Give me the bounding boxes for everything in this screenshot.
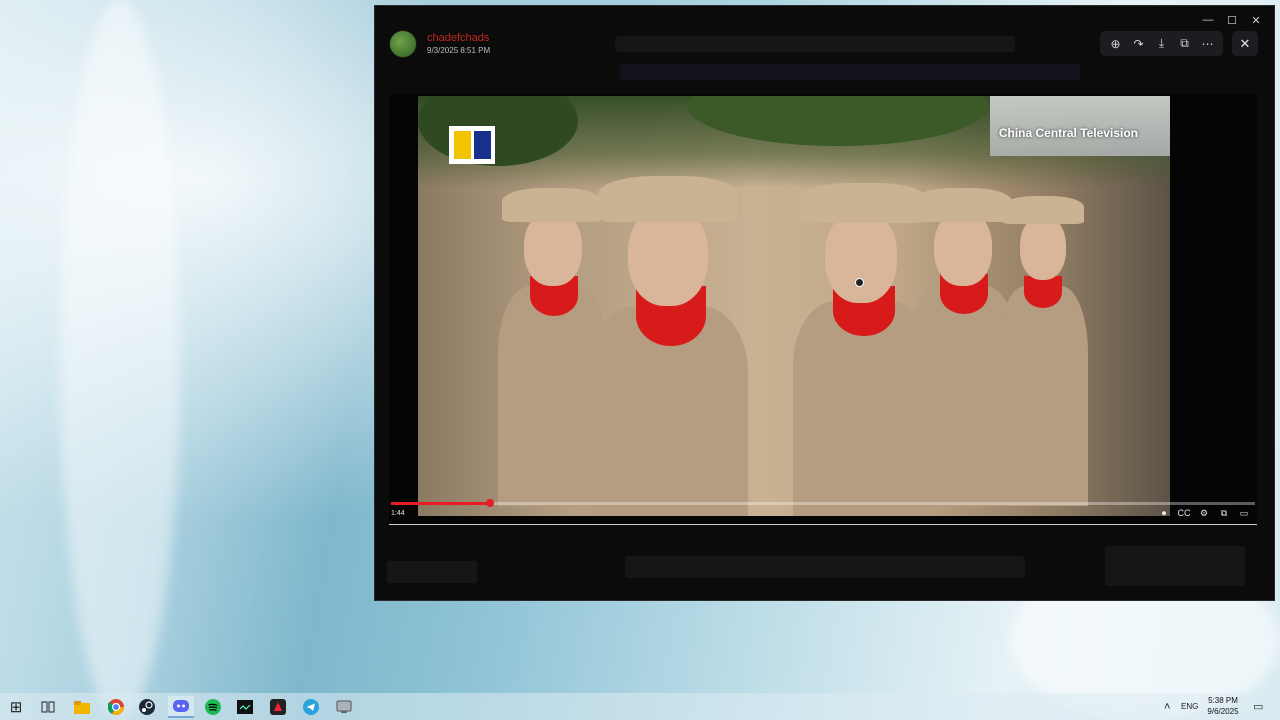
miniplayer-icon[interactable]: ⧉ — [1217, 507, 1231, 519]
system-clock[interactable]: 5:38 PM 9/6/2025 — [1198, 695, 1248, 717]
theater-mode-icon[interactable]: ▭ — [1237, 507, 1251, 519]
task-view-icon[interactable] — [37, 696, 59, 718]
clock-date: 9/6/2025 — [1207, 707, 1239, 716]
minimize-button[interactable]: — — [1196, 10, 1220, 30]
progress-fill — [391, 502, 491, 505]
discord-icon[interactable] — [168, 696, 194, 718]
media-toolbar: ⊕ ↷ ⤓ ⧉ ⋯ — [1100, 31, 1223, 56]
autoplay-toggle-icon[interactable]: ⏺ — [1157, 507, 1171, 519]
mouse-cursor — [855, 278, 864, 287]
soldier — [498, 166, 608, 506]
steam-icon[interactable] — [136, 696, 158, 718]
open-external-icon[interactable]: ⧉ — [1175, 34, 1195, 54]
video-progress-bar[interactable] — [391, 499, 1255, 507]
media-viewer-window: — ☐ ✕ chadefchads 9/3/2025 8:51 PM ⊕ ↷ ⤓… — [375, 6, 1274, 600]
window-close-button[interactable]: ✕ — [1244, 10, 1268, 30]
soldier — [588, 136, 748, 516]
video-player[interactable]: China Central Television 1:44 ⏺ CC ⚙ ⧉ ▭ — [389, 94, 1257, 525]
player-border — [389, 524, 1257, 525]
tray-chevron-icon[interactable]: ˄ — [1164, 693, 1170, 720]
spotify-icon[interactable] — [202, 696, 224, 718]
wallpaper-streak — [60, 0, 180, 720]
post-username[interactable]: chadefchads — [427, 32, 490, 45]
player-controls: ⏺ CC ⚙ ⧉ ▭ — [1157, 507, 1251, 519]
soldier — [998, 176, 1088, 506]
forward-icon[interactable]: ↷ — [1129, 34, 1149, 54]
video-timecode: 1:44 — [391, 510, 405, 517]
file-explorer-icon[interactable] — [71, 696, 93, 718]
broadcaster-logo — [449, 126, 495, 164]
video-watermark: China Central Television — [998, 126, 1138, 140]
avatar[interactable] — [389, 30, 417, 58]
more-options-icon[interactable]: ⋯ — [1198, 34, 1218, 54]
taskbar: ⊞ ˄ ENG 5:38 PM 9/6/2025 ▭ — [0, 693, 1280, 720]
notifications-icon[interactable]: ▭ — [1253, 693, 1263, 720]
clock-time: 5:38 PM — [1208, 696, 1238, 705]
terminal-icon[interactable] — [234, 696, 256, 718]
zoom-icon[interactable]: ⊕ — [1106, 34, 1126, 54]
close-viewer-button[interactable]: ✕ — [1232, 31, 1258, 56]
start-icon[interactable]: ⊞ — [5, 696, 27, 718]
post-datetime: 9/3/2025 8:51 PM — [427, 46, 491, 55]
network-app-icon[interactable] — [333, 696, 355, 718]
maximize-button[interactable]: ☐ — [1220, 10, 1244, 30]
media-app-icon[interactable] — [267, 696, 289, 718]
settings-icon[interactable]: ⚙ — [1197, 507, 1211, 519]
language-indicator[interactable]: ENG — [1181, 693, 1198, 720]
post-header: chadefchads 9/3/2025 8:51 PM — [389, 30, 490, 58]
telegram-icon[interactable] — [300, 696, 322, 718]
video-frame[interactable]: China Central Television — [418, 96, 1170, 516]
window-controls: — ☐ ✕ — [1196, 10, 1268, 30]
chrome-icon[interactable] — [105, 696, 127, 718]
download-icon[interactable]: ⤓ — [1152, 34, 1172, 54]
captions-icon[interactable]: CC — [1177, 507, 1191, 519]
